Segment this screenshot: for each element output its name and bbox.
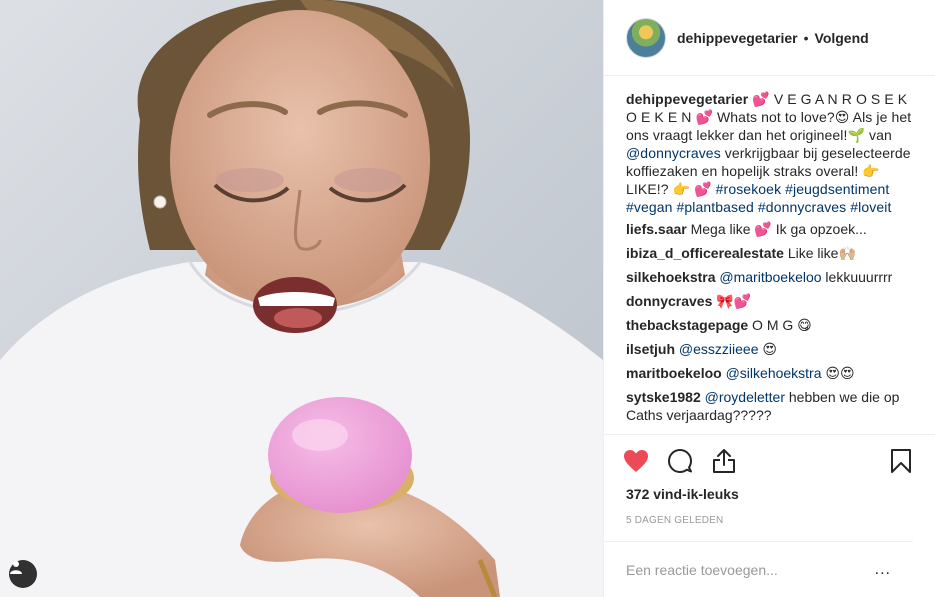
- likes-count[interactable]: 372 vind-ik-leuks: [604, 486, 935, 504]
- like-button[interactable]: [620, 445, 652, 477]
- caption: dehippevegetarier 💕 V E G A N R O S E K …: [626, 90, 913, 216]
- mention-link[interactable]: @silkehoekstra: [726, 365, 822, 381]
- comment-row: maritboekeloo @silkehoekstra 😍😍: [626, 364, 913, 382]
- header-username[interactable]: dehippevegetarier: [677, 30, 798, 46]
- text-segment: 😍: [758, 341, 777, 357]
- comment-username[interactable]: silkehoekstra: [626, 269, 716, 285]
- post-timestamp[interactable]: 5 dagen geleden: [604, 515, 935, 529]
- text-segment: 🎀💕: [712, 293, 752, 309]
- more-options-button[interactable]: ...: [875, 561, 891, 579]
- text-segment: lekkuuurrrr: [821, 269, 893, 285]
- person-icon: [10, 561, 22, 574]
- comment-row: thebackstagepage O M G 😋: [626, 316, 913, 334]
- caption-text: 💕 V E G A N R O S E K O E K E N 💕 Whats …: [626, 91, 911, 215]
- comment-row: silkehoekstra @maritboekeloo lekkuuurrrr: [626, 268, 913, 286]
- post-side-panel: dehippevegetarier • Volgend dehippeveget…: [603, 0, 935, 597]
- mention-link[interactable]: @donnycraves: [626, 145, 721, 161]
- post-photo[interactable]: [0, 0, 603, 597]
- comment-username[interactable]: ilsetjuh: [626, 341, 675, 357]
- instagram-post: dehippevegetarier • Volgend dehippeveget…: [0, 0, 935, 597]
- speech-bubble-icon: [668, 448, 692, 473]
- comment-username[interactable]: maritboekeloo: [626, 365, 722, 381]
- text-segment: 😍😍: [821, 365, 855, 381]
- heart-filled-icon: [624, 449, 648, 472]
- avatar[interactable]: [626, 17, 666, 58]
- text-segment: O M G 😋: [748, 317, 812, 333]
- hashtag-link[interactable]: #loveit: [850, 199, 891, 215]
- save-button[interactable]: [885, 445, 917, 477]
- comment-row: ibiza_d_officerealestate Like like🙌🏼: [626, 244, 913, 262]
- hashtag-link[interactable]: #vegan: [626, 199, 673, 215]
- comment-row: liefs.saar Mega like 💕 Ik ga opzoek...: [626, 220, 913, 238]
- text-segment: Mega like 💕 Ik ga opzoek...: [686, 221, 867, 237]
- photo-illustration: [0, 0, 603, 597]
- mention-link[interactable]: @maritboekeloo: [719, 269, 821, 285]
- caption-username[interactable]: dehippevegetarier: [626, 91, 748, 107]
- share-icon: [713, 448, 735, 473]
- hashtag-link[interactable]: #rosekoek: [716, 181, 782, 197]
- comments-list[interactable]: dehippevegetarier 💕 V E G A N R O S E K …: [604, 76, 935, 434]
- comment-row: ilsetjuh @esszziieee 😍: [626, 340, 913, 358]
- comment-button[interactable]: [664, 445, 696, 477]
- post-header: dehippevegetarier • Volgend: [604, 0, 935, 76]
- comment-username[interactable]: liefs.saar: [626, 221, 687, 237]
- bookmark-icon: [891, 448, 911, 473]
- follow-button[interactable]: Volgend: [815, 30, 869, 46]
- share-button[interactable]: [708, 445, 740, 477]
- action-bar: [604, 434, 935, 486]
- mention-link[interactable]: @esszziieee: [679, 341, 759, 357]
- comment-rows: liefs.saar Mega like 💕 Ik ga opzoek... ib…: [626, 220, 913, 424]
- hashtag-link[interactable]: #donnycraves: [758, 199, 846, 215]
- text-segment: Like like🙌🏼: [783, 245, 856, 261]
- tagged-people-button[interactable]: [9, 560, 37, 588]
- comment-username[interactable]: sytske1982: [626, 389, 701, 405]
- header-separator: •: [803, 29, 809, 46]
- hashtag-link[interactable]: #jeugdsentiment: [785, 181, 889, 197]
- comment-username[interactable]: donnycraves: [626, 293, 712, 309]
- comment-username[interactable]: thebackstagepage: [626, 317, 748, 333]
- hashtag-link[interactable]: #plantbased: [677, 199, 754, 215]
- comment-username[interactable]: ibiza_d_officerealestate: [626, 245, 784, 261]
- comment-row: sytske1982 @roydeletter hebben we die op…: [626, 388, 913, 424]
- comment-row: donnycraves 🎀💕: [626, 292, 913, 310]
- mention-link[interactable]: @roydeletter: [705, 389, 785, 405]
- comment-input[interactable]: [626, 561, 875, 578]
- add-comment-bar: ...: [604, 541, 913, 597]
